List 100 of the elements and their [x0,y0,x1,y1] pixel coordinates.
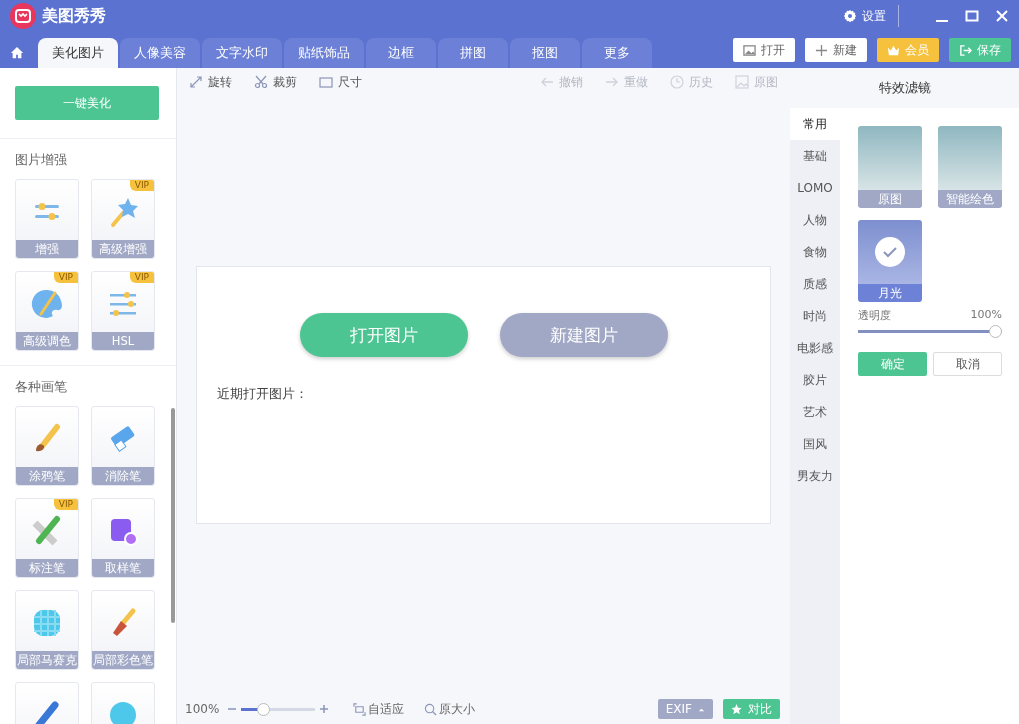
filter-category[interactable]: 国风 [790,428,840,460]
tab[interactable]: 人像美容 [120,38,200,68]
right-arrow-icon [605,75,619,89]
tool-label: 高级调色 [16,332,78,350]
filter-thumbnail[interactable]: 智能绘色 [938,126,1002,208]
actual-size-button[interactable]: 原大小 [424,700,476,718]
photo-placeholder [858,126,922,190]
opacity-value: 100% [970,308,1002,323]
filter-thumbnail[interactable]: 月光 [858,220,922,302]
section-title: 各种画笔 [15,378,68,396]
cancel-button[interactable]: 取消 [933,352,1002,376]
tool-label: 增强 [16,240,78,258]
filter-thumbnail[interactable]: 原图 [858,126,922,208]
filters-title: 特效滤镜 [790,68,1019,108]
tool-card[interactable]: VIP 高级增强 [91,179,155,259]
scrollbar[interactable] [171,408,175,623]
exif-button[interactable]: EXIF [657,699,713,719]
filter-category[interactable]: 艺术 [790,396,840,428]
tool-card[interactable]: VIP 标注笔 [15,498,79,578]
image-icon [743,43,756,57]
zoom-in-icon[interactable] [319,704,330,714]
tool-card[interactable]: 取样笔 [91,498,155,578]
left-arrow-icon [540,75,554,89]
magnifier-icon [424,702,438,716]
settings-button[interactable]: 设置 [843,7,886,25]
tool-card[interactable]: VIP HSL [91,271,155,351]
new-image-button[interactable]: 新建图片 [499,313,668,357]
vip-badge: VIP [53,499,78,510]
filter-category[interactable]: 基础 [790,140,840,172]
vip-badge: VIP [53,272,78,283]
filter-category[interactable]: LOMO [790,172,840,204]
home-icon [10,45,24,61]
photo-placeholder [938,126,1002,190]
section-title: 图片增强 [15,151,68,169]
filter-category[interactable]: 质感 [790,268,840,300]
tab[interactable]: 贴纸饰品 [284,38,364,68]
save-button[interactable]: 保存 [949,38,1011,62]
filter-category[interactable]: 男友力 [790,460,840,492]
size-button[interactable]: 尺寸 [319,73,362,91]
filter-category[interactable]: 时尚 [790,300,840,332]
tool-card[interactable]: 局部彩色笔 [91,590,155,670]
vip-badge: VIP [129,180,154,191]
filter-category[interactable]: 食物 [790,236,840,268]
tool-card[interactable]: VIP 高级调色 [15,271,79,351]
image-icon [735,75,749,89]
tool-label: HSL [92,332,154,350]
tool-label: 消除笔 [92,467,154,485]
maximize-icon[interactable] [965,9,979,23]
tab[interactable]: 文字水印 [202,38,282,68]
clock-icon [670,75,684,89]
auto-beautify-button[interactable]: 一键美化 [15,86,159,120]
tool-label: 局部彩色笔 [92,651,154,669]
app-logo-icon [10,3,36,29]
plus-icon [815,43,828,57]
tool-label: 标注笔 [16,559,78,577]
filter-category[interactable]: 电影感 [790,332,840,364]
slider-thumb[interactable] [256,702,270,716]
exit-arrow-icon [959,43,972,57]
open-image-button[interactable]: 打开图片 [299,313,468,357]
filter-label: 智能绘色 [938,190,1002,208]
app-title: 美图秀秀 [42,5,106,27]
tab[interactable]: 拼图 [438,38,508,68]
tool-card[interactable]: 消除笔 [91,406,155,486]
rotate-button[interactable]: 旋转 [189,73,232,91]
fit-icon [353,702,367,716]
diagonal-arrow-icon [189,75,203,89]
filter-category[interactable]: 常用 [790,108,840,140]
tool-label: 高级增强 [92,240,154,258]
tab[interactable]: 抠图 [510,38,580,68]
new-button[interactable]: 新建 [805,38,867,62]
zoom-percent: 100% [185,702,220,716]
close-icon[interactable] [995,9,1009,23]
tool-card[interactable]: 涂鸦笔 [15,406,79,486]
compare-button[interactable]: 对比 [723,699,780,719]
tab[interactable]: 边框 [366,38,436,68]
filter-category[interactable]: 胶片 [790,364,840,396]
tool-label: 涂鸦笔 [16,467,78,485]
settings-icon [843,9,857,23]
tool-card[interactable]: 增强 [15,179,79,259]
check-icon [875,237,905,267]
star-icon [731,702,744,716]
filter-category[interactable]: 人物 [790,204,840,236]
crown-icon [887,43,900,57]
fit-button[interactable]: 自适应 [353,700,405,718]
slider-thumb[interactable] [989,325,1002,338]
scissors-icon [254,75,268,89]
open-button[interactable]: 打开 [733,38,795,62]
tab[interactable]: 更多 [582,38,652,68]
tab[interactable]: 美化图片 [38,38,118,68]
tool-card[interactable]: 局部马赛克 [15,590,79,670]
tool-label: 取样笔 [92,559,154,577]
recent-images-label: 近期打开图片： [217,385,309,403]
vip-badge: VIP [129,272,154,283]
filter-label: 原图 [858,190,922,208]
filter-label: 月光 [858,284,922,302]
crop-button[interactable]: 裁剪 [254,73,297,91]
tool-label: 局部马赛克 [16,651,78,669]
confirm-button[interactable]: 确定 [858,352,927,376]
opacity-label: 透明度 [858,308,891,323]
frame-icon [319,75,333,89]
